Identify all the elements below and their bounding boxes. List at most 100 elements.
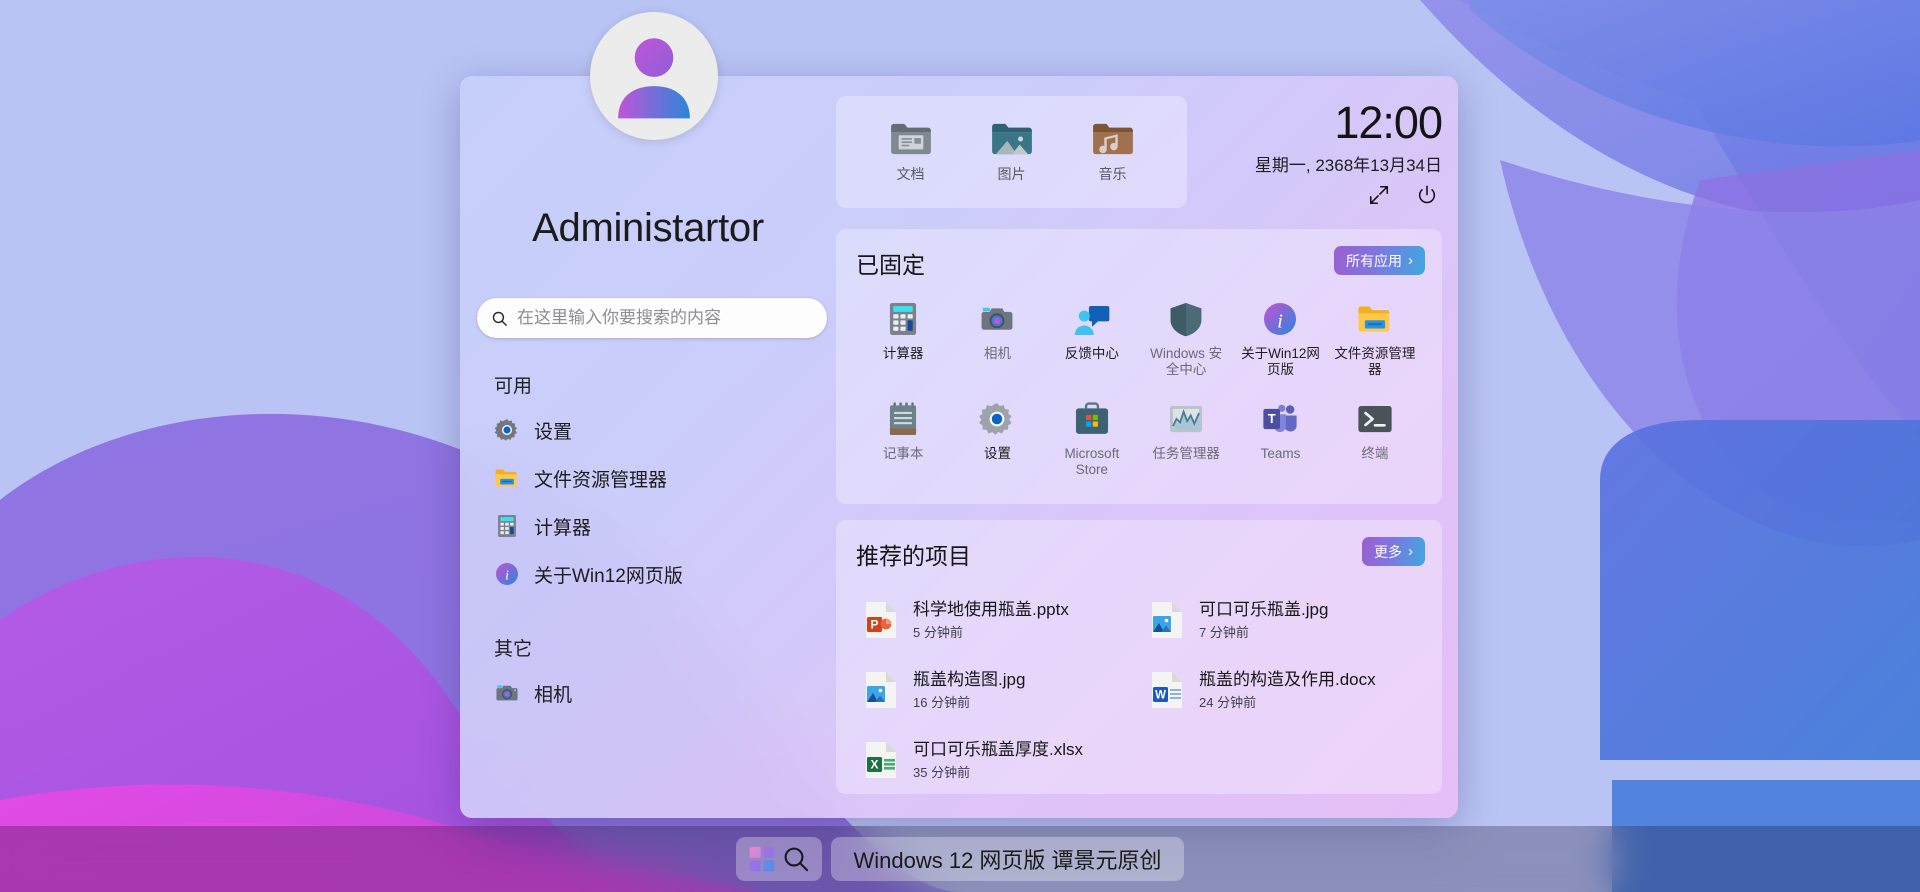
quick-folder-label: 音乐	[1074, 164, 1152, 184]
calculator-icon	[884, 300, 922, 338]
quick-folder-music[interactable]: 音乐	[1074, 121, 1152, 184]
recommended-title: 推荐的项目	[856, 537, 1422, 571]
recommended-item-name: 科学地使用瓶盖.pptx	[913, 599, 1069, 620]
app-row-camera[interactable]: 相机	[486, 669, 816, 717]
teams-icon: T	[1261, 400, 1299, 438]
feedback-hub-icon	[1073, 300, 1111, 338]
camera-icon	[494, 680, 520, 706]
settings-gear-icon	[494, 417, 520, 443]
word-file-icon: W	[1150, 670, 1184, 710]
more-label: 更多	[1374, 542, 1402, 562]
quick-folder-label: 文档	[872, 164, 950, 184]
windows-logo-icon[interactable]	[748, 845, 776, 873]
app-label: 关于Win12网页版	[534, 561, 683, 588]
desktop: Administartor 可用 设置	[0, 0, 1920, 892]
quick-folder-label: 图片	[973, 164, 1051, 184]
taskbar-left-group	[736, 837, 822, 881]
clock-date: 星期一, 2368年13月34日	[1142, 151, 1442, 176]
avatar[interactable]	[590, 12, 718, 140]
search-box[interactable]	[477, 298, 827, 338]
pinned-app-terminal[interactable]: 终端	[1328, 392, 1422, 492]
group-title-available: 可用	[494, 371, 836, 398]
chevron-right-icon: ›	[1408, 253, 1413, 268]
recommended-item-name: 瓶盖构造图.jpg	[913, 669, 1025, 690]
pinned-app-calculator[interactable]: 计算器	[856, 292, 950, 392]
clock-time: 12:00	[1142, 98, 1442, 148]
app-label: 相机	[534, 680, 572, 707]
user-avatar-icon	[608, 30, 700, 122]
recommended-item-time: 35 分钟前	[913, 762, 1083, 781]
file-explorer-icon	[1356, 300, 1394, 338]
recommended-item[interactable]: W 瓶盖的构造及作用.docx 24 分钟前	[1142, 655, 1422, 725]
svg-text:X: X	[870, 758, 878, 772]
svg-text:i: i	[1278, 310, 1284, 332]
app-row-settings[interactable]: 设置	[486, 406, 816, 454]
pinned-app-label: 任务管理器	[1144, 446, 1228, 462]
camera-icon	[978, 300, 1016, 338]
pinned-app-notepad[interactable]: 记事本	[856, 392, 950, 492]
pinned-app-label: 文件资源管理器	[1333, 346, 1417, 378]
pinned-app-feedback-hub[interactable]: 反馈中心	[1045, 292, 1139, 392]
pinned-app-label: 关于Win12网页版	[1238, 346, 1322, 378]
taskbar: Windows 12 网页版 谭景元原创	[0, 826, 1920, 892]
app-row-about-win12[interactable]: i 关于Win12网页版	[486, 550, 816, 598]
pinned-app-microsoft-store[interactable]: Microsoft Store	[1045, 392, 1139, 492]
music-folder-icon	[1092, 121, 1134, 157]
quick-folder-documents[interactable]: 文档	[872, 121, 950, 184]
recommended-item[interactable]: X 可口可乐瓶盖厚度.xlsx 35 分钟前	[856, 725, 1136, 795]
pinned-app-label: Teams	[1238, 446, 1322, 462]
clock-action-icons	[1142, 184, 1442, 206]
settings-gear-icon	[978, 400, 1016, 438]
search-input[interactable]	[517, 308, 813, 328]
app-row-calculator[interactable]: 计算器	[486, 502, 816, 550]
app-row-file-explorer[interactable]: 文件资源管理器	[486, 454, 816, 502]
excel-file-icon: X	[864, 740, 898, 780]
all-apps-label: 所有应用	[1346, 251, 1402, 271]
pinned-app-file-explorer[interactable]: 文件资源管理器	[1328, 292, 1422, 392]
taskbar-title-pill[interactable]: Windows 12 网页版 谭景元原创	[831, 837, 1183, 881]
recommended-item-name: 可口可乐瓶盖厚度.xlsx	[913, 739, 1083, 760]
quick-folder-pictures[interactable]: 图片	[973, 121, 1051, 184]
pinned-app-settings[interactable]: 设置	[950, 392, 1044, 492]
recommended-items-grid: P 科学地使用瓶盖.pptx 5 分钟前	[856, 585, 1422, 795]
clock-area: 12:00 星期一, 2368年13月34日	[1142, 98, 1442, 206]
pinned-app-label: Windows 安全中心	[1144, 346, 1228, 378]
all-apps-button[interactable]: 所有应用 ›	[1334, 246, 1425, 275]
svg-text:P: P	[870, 618, 878, 632]
pinned-app-label: 设置	[955, 446, 1039, 462]
pinned-app-label: Microsoft Store	[1050, 446, 1134, 478]
pinned-app-label: 记事本	[861, 446, 945, 462]
search-icon[interactable]	[782, 845, 810, 873]
quick-folders-card: 文档 图片 音乐	[836, 96, 1187, 208]
recommended-item-name: 可口可乐瓶盖.jpg	[1199, 599, 1328, 620]
pinned-app-about-win12[interactable]: i 关于Win12网页版	[1233, 292, 1327, 392]
info-circle-icon: i	[494, 561, 520, 587]
svg-text:i: i	[505, 568, 509, 583]
left-app-list: 可用 设置 文件资源管理器	[460, 371, 836, 717]
recommended-item[interactable]: 瓶盖构造图.jpg 16 分钟前	[856, 655, 1136, 725]
pinned-app-task-manager[interactable]: 任务管理器	[1139, 392, 1233, 492]
pinned-app-windows-security[interactable]: Windows 安全中心	[1139, 292, 1233, 392]
recommended-item[interactable]: 可口可乐瓶盖.jpg 7 分钟前	[1142, 585, 1422, 655]
svg-text:T: T	[1268, 411, 1276, 426]
pinned-app-label: 反馈中心	[1050, 346, 1134, 362]
pictures-folder-icon	[991, 121, 1033, 157]
app-label: 设置	[534, 417, 572, 444]
recommended-item[interactable]: P 科学地使用瓶盖.pptx 5 分钟前	[856, 585, 1136, 655]
notepad-icon	[884, 400, 922, 438]
task-manager-icon	[1167, 400, 1205, 438]
more-button[interactable]: 更多 ›	[1362, 537, 1425, 566]
info-circle-icon: i	[1261, 300, 1299, 338]
power-icon[interactable]	[1416, 184, 1438, 206]
powerpoint-file-icon: P	[864, 600, 898, 640]
start-menu: Administartor 可用 设置	[460, 76, 1458, 818]
microsoft-store-icon	[1073, 400, 1111, 438]
recommended-item-time: 24 分钟前	[1199, 692, 1376, 711]
pinned-app-label: 计算器	[861, 346, 945, 362]
chevron-right-icon: ›	[1408, 544, 1413, 559]
pinned-app-teams[interactable]: T Teams	[1233, 392, 1327, 492]
pinned-app-camera[interactable]: 相机	[950, 292, 1044, 392]
svg-text:W: W	[1155, 690, 1166, 702]
expand-arrows-icon[interactable]	[1368, 184, 1390, 206]
terminal-icon	[1356, 400, 1394, 438]
